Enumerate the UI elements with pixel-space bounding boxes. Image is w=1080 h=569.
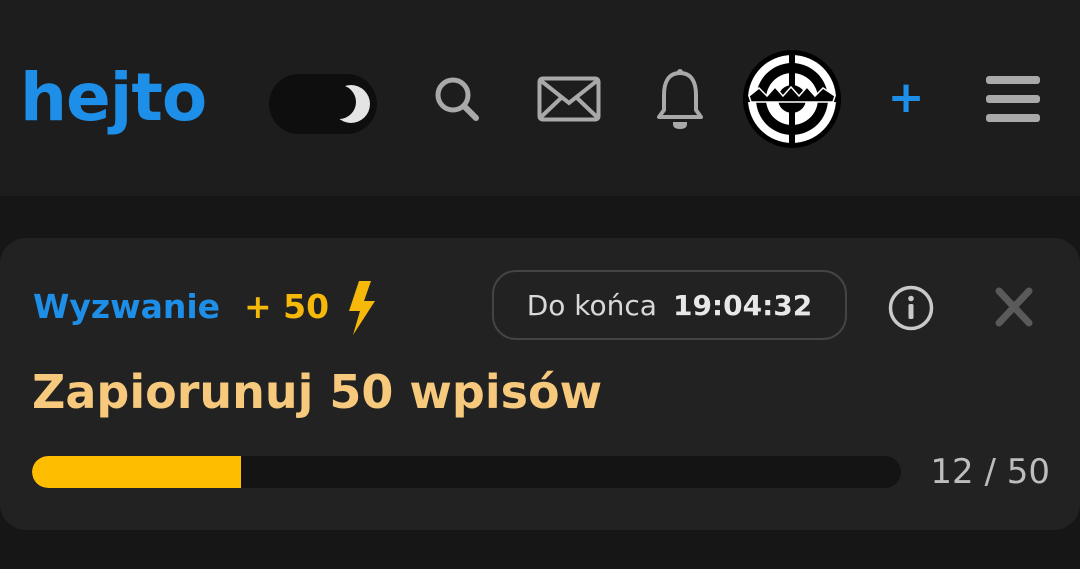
- progress-count: 12 / 50: [930, 452, 1050, 492]
- moon-icon: [325, 85, 370, 123]
- countdown-timer: Do końca 19:04:32: [492, 270, 847, 340]
- add-post-button[interactable]: +: [882, 72, 930, 124]
- challenge-label: Wyzwanie: [33, 287, 221, 326]
- timer-label: Do końca: [526, 288, 657, 322]
- timer-value: 19:04:32: [672, 288, 813, 322]
- lightning-icon: [349, 281, 375, 335]
- challenge-title: Zapiorunuj 50 wpisów: [32, 365, 603, 419]
- user-avatar[interactable]: [743, 50, 841, 148]
- page: hejto + Wyzwanie + 50 Do końca 19:04:32 …: [0, 0, 1080, 569]
- challenge-progress-bar: [32, 456, 901, 488]
- search-icon[interactable]: [432, 74, 482, 124]
- progress-fill: [32, 456, 241, 488]
- mail-icon[interactable]: [537, 76, 601, 122]
- close-icon[interactable]: [994, 286, 1034, 328]
- info-icon[interactable]: [887, 284, 935, 332]
- challenge-points: + 50: [244, 287, 330, 326]
- hejto-logo[interactable]: hejto: [20, 62, 207, 134]
- theme-toggle[interactable]: [269, 74, 377, 134]
- top-navbar: hejto +: [0, 0, 1080, 196]
- menu-icon[interactable]: [986, 74, 1040, 124]
- bell-icon[interactable]: [656, 68, 704, 132]
- challenge-card: Wyzwanie + 50 Do końca 19:04:32 Zapiorun…: [0, 238, 1080, 530]
